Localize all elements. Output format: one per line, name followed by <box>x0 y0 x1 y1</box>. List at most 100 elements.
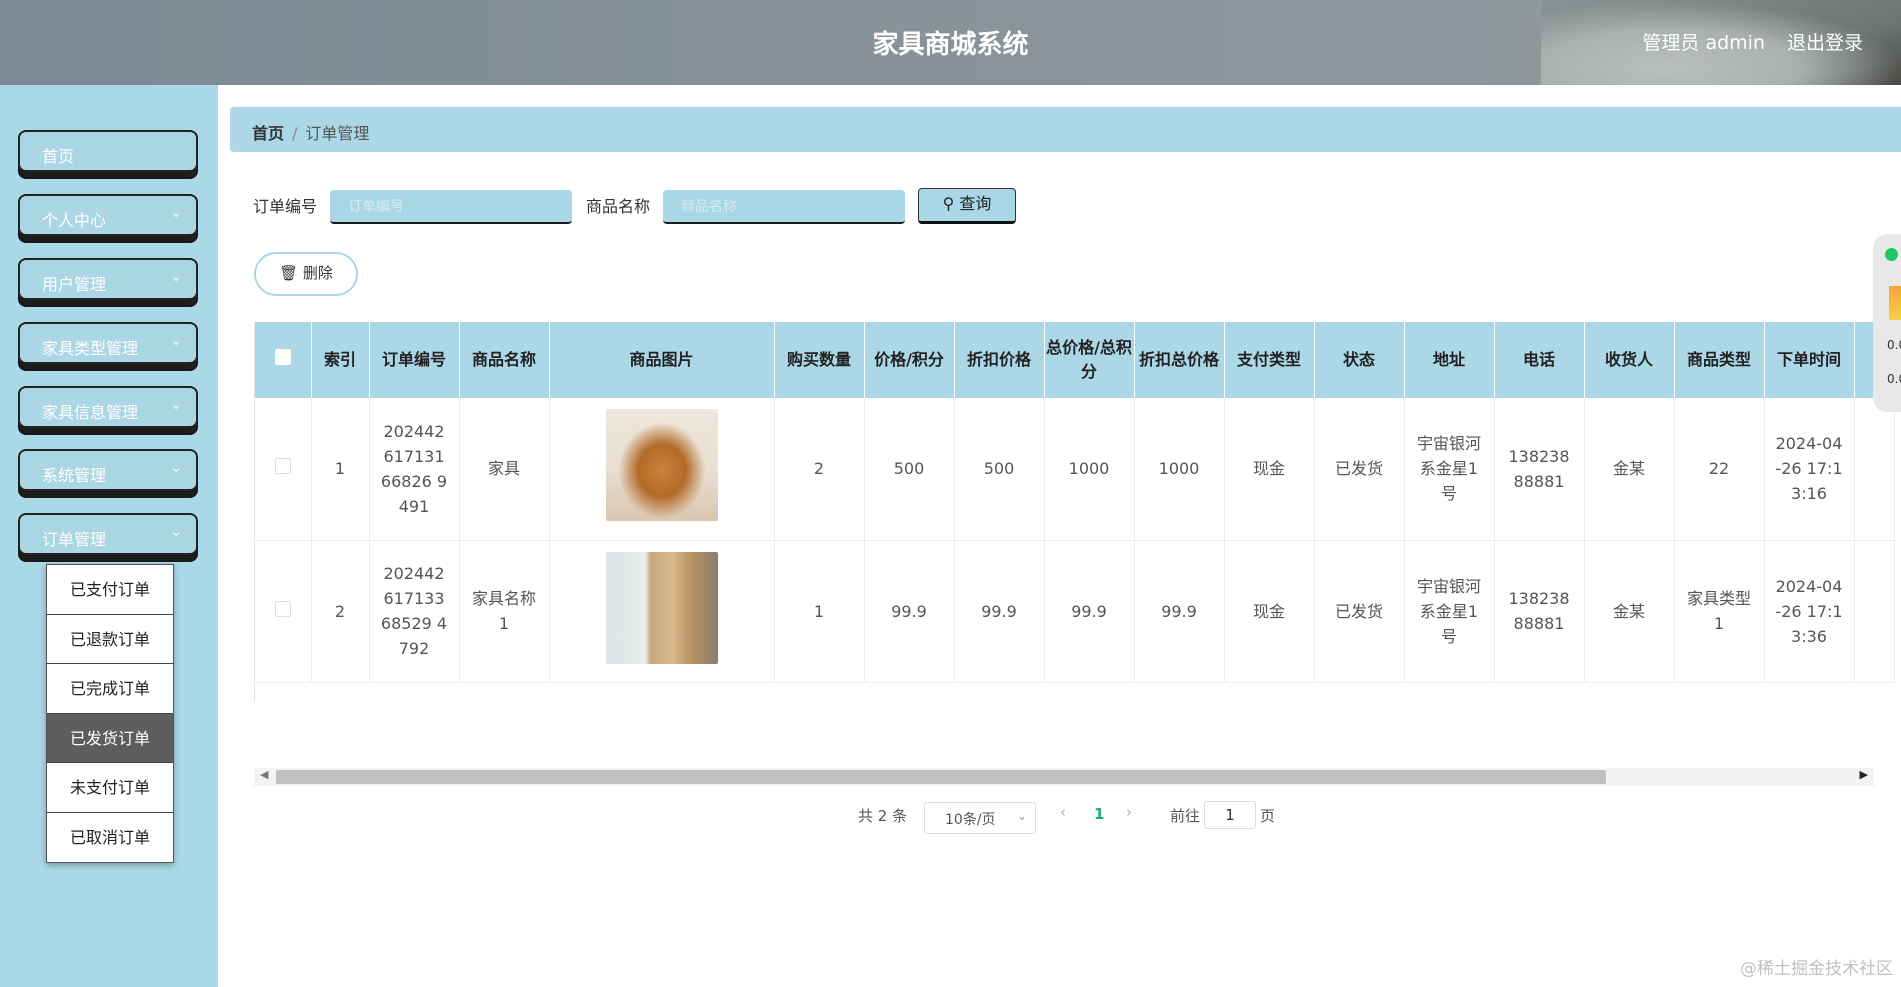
dining-set-photo[interactable] <box>605 409 718 522</box>
scroll-left-arrow-icon[interactable]: ◀ <box>260 768 268 781</box>
column-header: 商品图片 <box>549 322 775 398</box>
horizontal-scrollbar[interactable]: ◀ ▶ <box>254 768 1874 786</box>
product-name-label: 商品名称 <box>586 197 651 216</box>
chevron-down-icon: ⌄ <box>170 205 182 221</box>
sidebar-item-user-management[interactable]: 用户管理 ⌄ <box>18 258 198 300</box>
column-header: 电话 <box>1494 322 1585 398</box>
sidebar-item-label: 订单管理 <box>42 530 107 549</box>
cell-product-type: 22 <box>1674 398 1765 541</box>
scrollbar-thumb[interactable] <box>276 770 1606 784</box>
status-dot-icon <box>1885 248 1898 261</box>
cell-phone: 13823888881 <box>1494 398 1585 541</box>
cell-address: 宇宙银河系金星1号 <box>1404 540 1495 683</box>
query-button-label: 查询 <box>959 194 992 213</box>
cell-order-no: 20244261713368529 4792 <box>369 540 460 683</box>
admin-user-label[interactable]: 管理员 admin <box>1642 28 1765 55</box>
sidebar-item-furniture-info[interactable]: 家具信息管理 ⌄ <box>18 386 198 428</box>
cell-receiver: 金某 <box>1584 398 1675 541</box>
cell-pay-type: 现金 <box>1224 540 1315 683</box>
app-title: 家具商城系统 <box>872 30 1029 60</box>
breadcrumb: 首页 / 订单管理 <box>230 107 1901 152</box>
cell-total: 99.9 <box>1044 540 1135 683</box>
column-header: 价格/积分 <box>864 322 955 398</box>
cell-address: 宇宙银河系金星1号 <box>1404 398 1495 541</box>
submenu-shipped-orders[interactable]: 已发货订单 <box>47 713 173 763</box>
cell-qty: 2 <box>774 398 865 541</box>
column-header: 地址 <box>1404 322 1495 398</box>
cell-index: 1 <box>311 398 370 541</box>
orders-submenu: 已支付订单 已退款订单 已完成订单 已发货订单 未支付订单 已取消订单 <box>46 564 174 863</box>
breadcrumb-separator: / <box>292 124 298 143</box>
breadcrumb-home[interactable]: 首页 <box>252 124 284 143</box>
sidebar-item-system[interactable]: 系统管理 ⌄ <box>18 449 198 491</box>
watermark: @稀土掘金技术社区 <box>1740 959 1893 979</box>
cell-discount-total: 99.9 <box>1134 540 1225 683</box>
query-button[interactable]: ⚲ 查询 <box>918 188 1016 224</box>
floating-status-widget[interactable]: 0.0 0.0 <box>1873 234 1901 412</box>
select-all-checkbox[interactable] <box>274 349 291 365</box>
cell-discount-total: 1000 <box>1134 398 1225 541</box>
chevron-down-icon: ⌄ <box>170 524 182 540</box>
bookshelf-desk-photo[interactable] <box>605 551 718 664</box>
column-header: 收货人 <box>1584 322 1675 398</box>
chevron-down-icon: ⌄ <box>170 397 182 413</box>
sidebar-item-label: 用户管理 <box>42 275 107 294</box>
submenu-refunded-orders[interactable]: 已退款订单 <box>47 615 173 664</box>
submenu-completed-orders[interactable]: 已完成订单 <box>47 664 173 714</box>
delete-button[interactable]: 🗑 删除 <box>254 252 358 296</box>
column-header: 下单时间 <box>1764 322 1855 398</box>
scroll-right-arrow-icon[interactable]: ▶ <box>1860 768 1868 781</box>
column-header: 商品类型 <box>1674 322 1765 398</box>
cell-receiver: 金某 <box>1584 540 1675 683</box>
chevron-down-icon: ⌄ <box>170 333 182 349</box>
column-header: 支付类型 <box>1224 322 1315 398</box>
trash-icon: 🗑 <box>279 264 299 282</box>
order-no-input[interactable] <box>330 190 572 224</box>
sidebar-item-label: 家具信息管理 <box>42 403 139 422</box>
goto-page-input[interactable]: 1 <box>1204 801 1256 829</box>
column-header: 折扣总价格 <box>1134 322 1225 398</box>
widget-text-1: 0.0 <box>1887 338 1901 352</box>
page-number-current[interactable]: 1 <box>1094 805 1104 823</box>
top-header: 家具商城系统 管理员 admin 退出登录 <box>0 0 1901 85</box>
product-name-input[interactable] <box>663 190 905 224</box>
sidebar-item-label: 个人中心 <box>42 211 107 230</box>
submenu-unpaid-orders[interactable]: 未支付订单 <box>47 763 173 813</box>
orders-table: 索引 订单编号 商品名称 商品图片 购买数量 价格/积分 折扣价格 总价格/总积… <box>254 322 1901 702</box>
search-icon: ⚲ <box>942 194 955 213</box>
sidebar-item-personal-center[interactable]: 个人中心 ⌄ <box>18 194 198 236</box>
chevron-down-icon: ⌄ <box>170 460 182 476</box>
goto-label: 前往 <box>1170 807 1201 825</box>
submenu-cancelled-orders[interactable]: 已取消订单 <box>47 813 173 863</box>
sidebar-item-furniture-type[interactable]: 家具类型管理 ⌄ <box>18 322 198 364</box>
chevron-down-icon: ⌄ <box>1016 809 1027 823</box>
sidebar-item-label: 家具类型管理 <box>42 339 139 358</box>
prev-page-icon[interactable]: ‹ <box>1060 803 1066 821</box>
cell-phone: 13823888881 <box>1494 540 1585 683</box>
cell-order-time: 2024-04-26 17:13:16 <box>1764 398 1855 541</box>
chevron-down-icon: ⌄ <box>170 269 182 285</box>
page-size-value: 10条/页 <box>945 812 996 828</box>
cell-discount-price: 500 <box>954 398 1045 541</box>
cell-product: 家具 <box>459 398 550 541</box>
breadcrumb-current: 订单管理 <box>305 124 370 143</box>
page-size-select[interactable]: 10条/页 ⌄ <box>924 802 1036 834</box>
cell-order-no: 20244261713166826 9491 <box>369 398 460 541</box>
sidebar-item-orders[interactable]: 订单管理 ⌄ <box>18 513 198 555</box>
column-header: 商品名称 <box>459 322 550 398</box>
submenu-paid-orders[interactable]: 已支付订单 <box>47 565 173 615</box>
column-header: 订单编号 <box>369 322 460 398</box>
sidebar-item-home[interactable]: 首页 <box>18 130 198 172</box>
table-row: 2 20244261713368529 4792 家具名称1 1 99.9 99… <box>255 540 1895 683</box>
logout-link[interactable]: 退出登录 <box>1787 28 1863 55</box>
cell-discount-price: 99.9 <box>954 540 1045 683</box>
cell-image <box>549 398 775 541</box>
row-checkbox[interactable] <box>274 600 291 617</box>
column-header: 购买数量 <box>774 322 865 398</box>
column-header: 索引 <box>311 322 370 398</box>
widget-text-2: 0.0 <box>1887 372 1901 386</box>
next-page-icon[interactable]: › <box>1126 803 1132 821</box>
row-checkbox[interactable] <box>274 458 291 475</box>
cell-index: 2 <box>311 540 370 683</box>
cell-order-time: 2024-04-26 17:13:36 <box>1764 540 1855 683</box>
